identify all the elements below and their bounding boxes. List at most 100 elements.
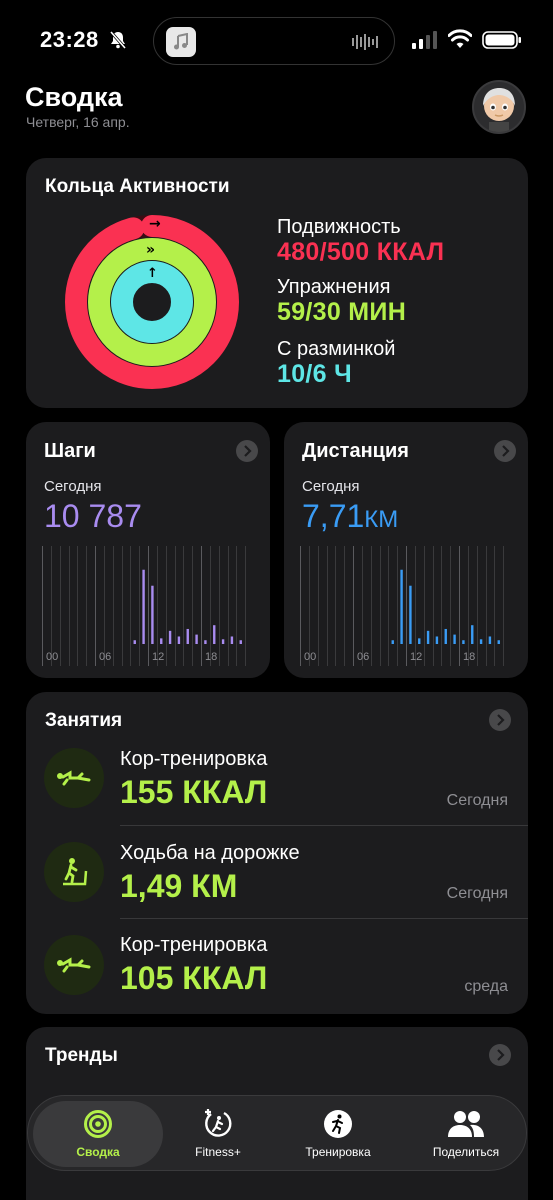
page-title: Сводка (25, 82, 123, 112)
workout-day: среда (464, 978, 508, 995)
exercise-value: 59/30 МИН (277, 298, 407, 326)
steps-tick-label: 06 (99, 651, 111, 663)
move-value: 480/500 ККАЛ (277, 238, 445, 266)
tab-workout[interactable]: Тренировка (278, 1096, 398, 1172)
tab-summary-label: Сводка (76, 1145, 120, 1159)
workout-name: Ходьба на дорожке (120, 842, 300, 864)
steps-bar (239, 640, 242, 644)
avatar[interactable] (472, 80, 526, 134)
distance-value-wrap: 7,71КМ (302, 498, 398, 535)
steps-tick-label: 12 (152, 651, 164, 663)
tab-summary[interactable]: Сводка (33, 1101, 163, 1167)
distance-bar (497, 640, 500, 644)
divider (120, 825, 528, 826)
cellular-signal-icon (412, 31, 437, 49)
distance-bar (462, 640, 465, 644)
tab-sharing-label: Поделиться (432, 1145, 500, 1159)
steps-title: Шаги (44, 440, 96, 462)
treadmill-icon (44, 842, 104, 902)
stand-label: С разминкой (277, 338, 396, 360)
distance-unit: КМ (364, 506, 399, 533)
workout-value: 155 ККАЛ (120, 774, 268, 810)
distance-tick-label: 06 (357, 651, 369, 663)
audio-waveform-icon (352, 34, 378, 50)
steps-bar (142, 569, 145, 644)
steps-bar (221, 639, 225, 644)
stand-arrow-icon: ↑ (147, 266, 158, 281)
workout-name: Кор-тренировка (120, 934, 268, 956)
trends-chevron-icon[interactable] (489, 1044, 511, 1066)
distance-tick-label: 12 (410, 651, 422, 663)
steps-value: 10 787 (44, 498, 142, 534)
distance-tick-label: 18 (463, 651, 475, 663)
stand-value: 10/6 Ч (277, 360, 352, 388)
summary-rings-icon (84, 1110, 112, 1138)
distance-bar (444, 628, 447, 644)
tab-fitness-plus-label: Fitness+ (195, 1145, 241, 1159)
steps-bar (213, 625, 216, 644)
move-label: Подвижность (277, 216, 401, 238)
workout-value: 1,49 КМ (120, 868, 238, 904)
distance-bar (400, 569, 403, 644)
exercise-label: Упражнения (277, 276, 391, 298)
workout-day: Сегодня (446, 885, 508, 902)
workout-runner-icon (324, 1110, 352, 1138)
steps-bar (160, 638, 163, 644)
move-arrow-icon: → (149, 216, 161, 232)
distance-title: Дистанция (302, 440, 409, 462)
activity-rings-title: Кольца Активности (45, 176, 230, 197)
exercise-arrow-icon: » (146, 242, 155, 258)
silent-bell-icon (109, 31, 127, 49)
steps-bar (177, 636, 181, 644)
distance-value: 7,71 (302, 498, 365, 534)
activity-rings-card[interactable]: Кольца Активности → » ↑ Подвижность 480/… (26, 158, 528, 408)
workouts-title: Занятия (45, 710, 123, 731)
workout-name: Кор-тренировка (120, 748, 268, 770)
steps-hourly-chart: 00 06 12 18 (42, 546, 246, 666)
steps-card[interactable]: Шаги Сегодня 10 787 00 06 12 18 (26, 422, 270, 678)
steps-tick-label: 00 (46, 651, 58, 663)
distance-bar (435, 636, 439, 644)
divider (120, 918, 528, 919)
distance-card[interactable]: Дистанция Сегодня 7,71КМ 00 06 12 18 (284, 422, 528, 678)
distance-tick-label: 00 (304, 651, 316, 663)
distance-chevron-icon[interactable] (494, 440, 516, 462)
tab-workout-label: Тренировка (305, 1145, 371, 1159)
steps-bar (204, 640, 207, 644)
page-date: Четверг, 16 апр. (26, 114, 130, 130)
distance-bar (471, 625, 474, 644)
steps-bar (133, 640, 136, 644)
distance-subtitle: Сегодня (302, 478, 360, 495)
status-bar: 23:28 (0, 0, 553, 80)
stand-ring (111, 261, 193, 343)
distance-bar (488, 636, 492, 644)
tab-bar: Сводка Fitness+ Тренировка Поделиться (27, 1095, 527, 1171)
steps-tick-label: 18 (205, 651, 217, 663)
workout-day: Сегодня (446, 792, 508, 809)
distance-bar (479, 639, 483, 644)
activity-rings-graphic: → » ↑ (65, 215, 239, 389)
steps-bar (168, 630, 172, 644)
tab-sharing[interactable]: Поделиться (406, 1096, 526, 1172)
battery-icon (482, 31, 521, 49)
workouts-card[interactable]: Занятия Кор-тренировка 155 ККАЛ Сегодня … (26, 692, 528, 1014)
core-training-icon (44, 935, 104, 995)
tab-fitness-plus[interactable]: Fitness+ (163, 1096, 273, 1172)
fitness-plus-icon (205, 1109, 232, 1137)
distance-bar (418, 638, 421, 644)
trends-title: Тренды (45, 1045, 118, 1066)
steps-bar (151, 585, 154, 644)
workout-value: 105 ККАЛ (120, 960, 268, 996)
status-time: 23:28 (40, 27, 99, 52)
dynamic-island[interactable] (153, 17, 395, 65)
distance-bar (391, 640, 394, 644)
distance-bar (409, 585, 412, 644)
workouts-chevron-icon[interactable] (489, 709, 511, 731)
memoji-avatar-icon (483, 88, 515, 132)
steps-bar (230, 636, 234, 644)
steps-bar (195, 634, 198, 644)
sharing-people-icon (448, 1111, 484, 1137)
core-training-icon (44, 748, 104, 808)
steps-chevron-icon[interactable] (236, 440, 258, 462)
distance-bar (453, 634, 456, 644)
